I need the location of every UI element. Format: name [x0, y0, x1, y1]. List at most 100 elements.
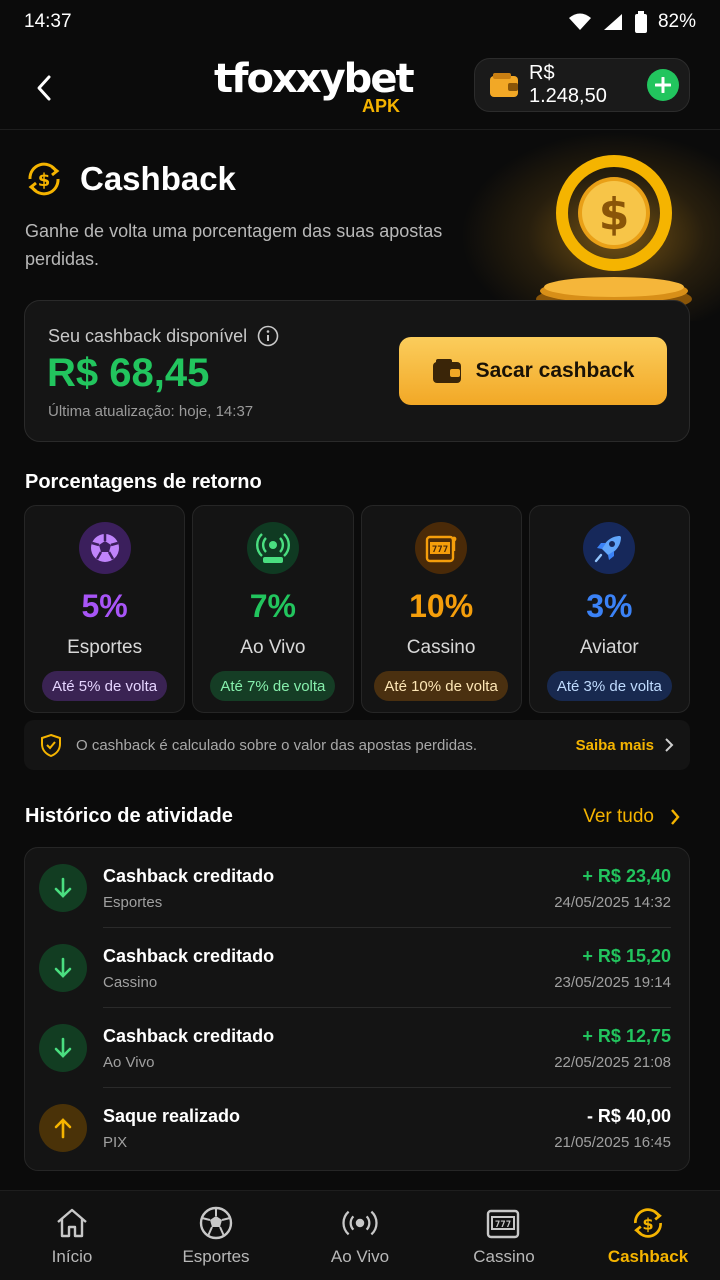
battery-level: 82% — [657, 11, 696, 32]
signal-icon — [603, 14, 622, 30]
history-sub: Esportes — [103, 894, 163, 911]
battery-icon — [634, 11, 647, 33]
svg-text:777: 777 — [495, 1220, 511, 1230]
pct-badge: Até 7% de volta — [210, 671, 336, 701]
info-icon[interactable] — [257, 325, 279, 347]
nav-label: Esportes — [182, 1247, 250, 1266]
info-text: O cashback é calculado sobre o valor das… — [76, 736, 478, 754]
svg-text:777: 777 — [432, 545, 448, 555]
arrow-down-icon — [39, 864, 87, 912]
nav-item-cassino[interactable]: 777 Cassino — [432, 1191, 576, 1280]
history-amount: + R$ 12,75 — [582, 1026, 671, 1046]
pct-value: 7% — [249, 588, 296, 624]
history-date: 21/05/2025 16:45 — [554, 1134, 671, 1151]
back-button[interactable] — [28, 72, 60, 104]
nav-item-esportes[interactable]: Esportes — [144, 1191, 288, 1280]
pct-value: 5% — [81, 588, 128, 624]
home-icon — [54, 1205, 90, 1241]
cashback-info-bar: O cashback é calculado sobre o valor das… — [24, 720, 690, 770]
arrow-up-icon — [39, 1104, 87, 1152]
history-sub: Cassino — [103, 974, 158, 991]
history-amount: + R$ 23,40 — [582, 866, 671, 886]
arrow-down-icon — [39, 944, 87, 992]
pct-badge: Até 5% de volta — [42, 671, 168, 701]
withdraw-cashback-button[interactable]: Sacar cashback — [399, 337, 667, 405]
cashback-label: Seu cashback disponível — [48, 325, 248, 346]
pct-name: Ao Vivo — [240, 637, 306, 658]
history-title: Cashback creditado — [103, 866, 275, 886]
history-title: Cashback creditado — [103, 1026, 275, 1046]
live-broadcast-icon — [246, 522, 299, 574]
see-all-label: Ver tudo — [583, 806, 654, 827]
history-row[interactable]: Cashback creditado Esportes + R$ 23,40 2… — [25, 848, 689, 928]
history-title: Histórico de atividade — [25, 805, 233, 827]
history-sub: Ao Vivo — [103, 1054, 155, 1071]
live-broadcast-icon — [342, 1205, 378, 1241]
page-title: Cashback — [80, 160, 236, 197]
pct-name: Aviator — [579, 637, 639, 658]
logo-subtext: APK — [361, 96, 400, 116]
history-row[interactable]: Cashback creditado Cassino + R$ 15,20 23… — [25, 928, 689, 1008]
wallet-icon — [490, 73, 518, 97]
page-description: Ganhe de volta uma porcentagem das suas … — [25, 221, 443, 269]
rocket-icon — [583, 522, 636, 574]
nav-label: Cassino — [473, 1247, 535, 1266]
pct-value: 3% — [586, 588, 633, 624]
cashback-icon: $ — [630, 1205, 666, 1241]
cashback-label-row: Seu cashback disponível — [48, 325, 279, 347]
pct-badge: Até 3% de volta — [546, 671, 672, 701]
nav-label: Cashback — [607, 1247, 689, 1266]
svg-text:$: $ — [38, 170, 51, 191]
history-date: 24/05/2025 14:32 — [554, 894, 671, 911]
slot-machine-icon: 777 — [486, 1205, 522, 1241]
hero-title-row: $ Cashback — [24, 159, 236, 199]
arrow-down-icon — [39, 1024, 87, 1072]
pct-name: Esportes — [67, 637, 143, 658]
cashback-updated: Última atualização: hoje, 14:37 — [48, 403, 254, 420]
cashback-coin-illustration: $ — [536, 155, 692, 309]
percentages-title: Porcentagens de retorno — [25, 471, 262, 493]
nav-item-inicio[interactable]: Início — [0, 1191, 144, 1280]
pct-card-cassino[interactable]: 777 10% Cassino Até 10% de volta — [360, 505, 522, 713]
pct-name: Cassino — [406, 637, 476, 658]
wifi-icon — [568, 13, 591, 30]
history-row[interactable]: Cashback creditado Ao Vivo + R$ 12,75 22… — [25, 1008, 689, 1088]
nav-label: Ao Vivo — [330, 1247, 390, 1266]
soccer-ball-icon — [78, 522, 131, 574]
history-list: Cashback creditado Esportes + R$ 23,40 2… — [24, 847, 690, 1171]
status-time: 14:37 — [24, 11, 72, 32]
app-logo[interactable]: tfoxxybet APK — [214, 56, 415, 120]
withdraw-label: Sacar cashback — [475, 359, 635, 382]
balance-value: R$ 1.248,50 — [529, 62, 607, 107]
history-row[interactable]: Saque realizado PIX - R$ 40,00 21/05/202… — [25, 1088, 689, 1168]
history-title: Cashback creditado — [103, 946, 275, 966]
chevron-right-icon — [665, 738, 674, 752]
slot-machine-icon: 777 — [415, 522, 468, 574]
chevron-right-icon — [671, 809, 680, 825]
svg-text:$: $ — [642, 1214, 653, 1233]
history-sub: PIX — [103, 1134, 128, 1151]
svg-text:$: $ — [599, 189, 630, 240]
learn-more-link[interactable]: Saiba mais — [576, 737, 674, 754]
pct-card-esportes[interactable]: 5% Esportes Até 5% de volta — [24, 505, 186, 713]
chevron-left-icon — [37, 75, 51, 101]
shield-check-icon — [41, 733, 61, 757]
bottom-nav: Início Esportes Ao Vivo 777 Cassino $ Ca… — [0, 1190, 720, 1280]
pct-card-ao-vivo[interactable]: 7% Ao Vivo Até 7% de volta — [192, 505, 354, 713]
cashback-balance-card: Seu cashback disponível R$ 68,45 Última … — [24, 300, 690, 442]
wallet-icon — [432, 359, 461, 383]
history-date: 22/05/2025 21:08 — [554, 1054, 671, 1071]
history-amount: + R$ 15,20 — [582, 946, 671, 966]
app-header: tfoxxybet APK R$ 1.248,50 — [0, 52, 720, 130]
nav-item-cashback[interactable]: $ Cashback — [576, 1191, 720, 1280]
see-all-link[interactable]: Ver tudo — [583, 806, 680, 828]
history-title: Saque realizado — [103, 1106, 241, 1126]
nav-item-ao-vivo[interactable]: Ao Vivo — [288, 1191, 432, 1280]
plus-icon — [655, 77, 671, 93]
nav-label: Início — [51, 1247, 93, 1266]
soccer-ball-icon — [198, 1205, 234, 1241]
balance-pill[interactable]: R$ 1.248,50 — [474, 58, 690, 112]
status-bar: 14:37 82% — [0, 0, 720, 44]
pct-card-aviator[interactable]: 3% Aviator Até 3% de volta — [528, 505, 690, 713]
deposit-button[interactable] — [647, 69, 679, 101]
